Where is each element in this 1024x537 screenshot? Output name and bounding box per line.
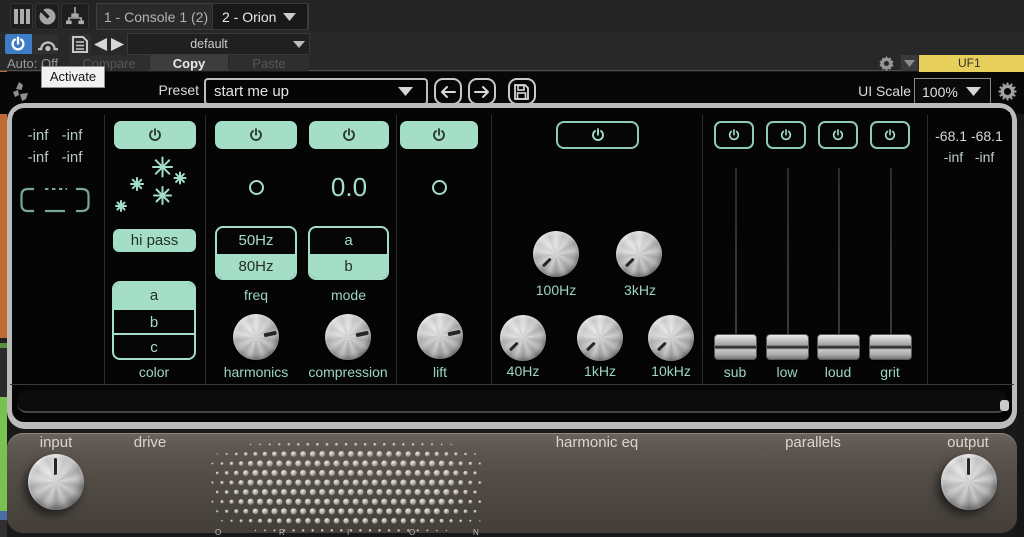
svg-text:N: N xyxy=(473,528,479,537)
svg-text:O: O xyxy=(409,528,415,537)
svg-text:O: O xyxy=(215,528,221,537)
svg-text:I: I xyxy=(347,528,349,537)
svg-text:R: R xyxy=(279,528,285,537)
